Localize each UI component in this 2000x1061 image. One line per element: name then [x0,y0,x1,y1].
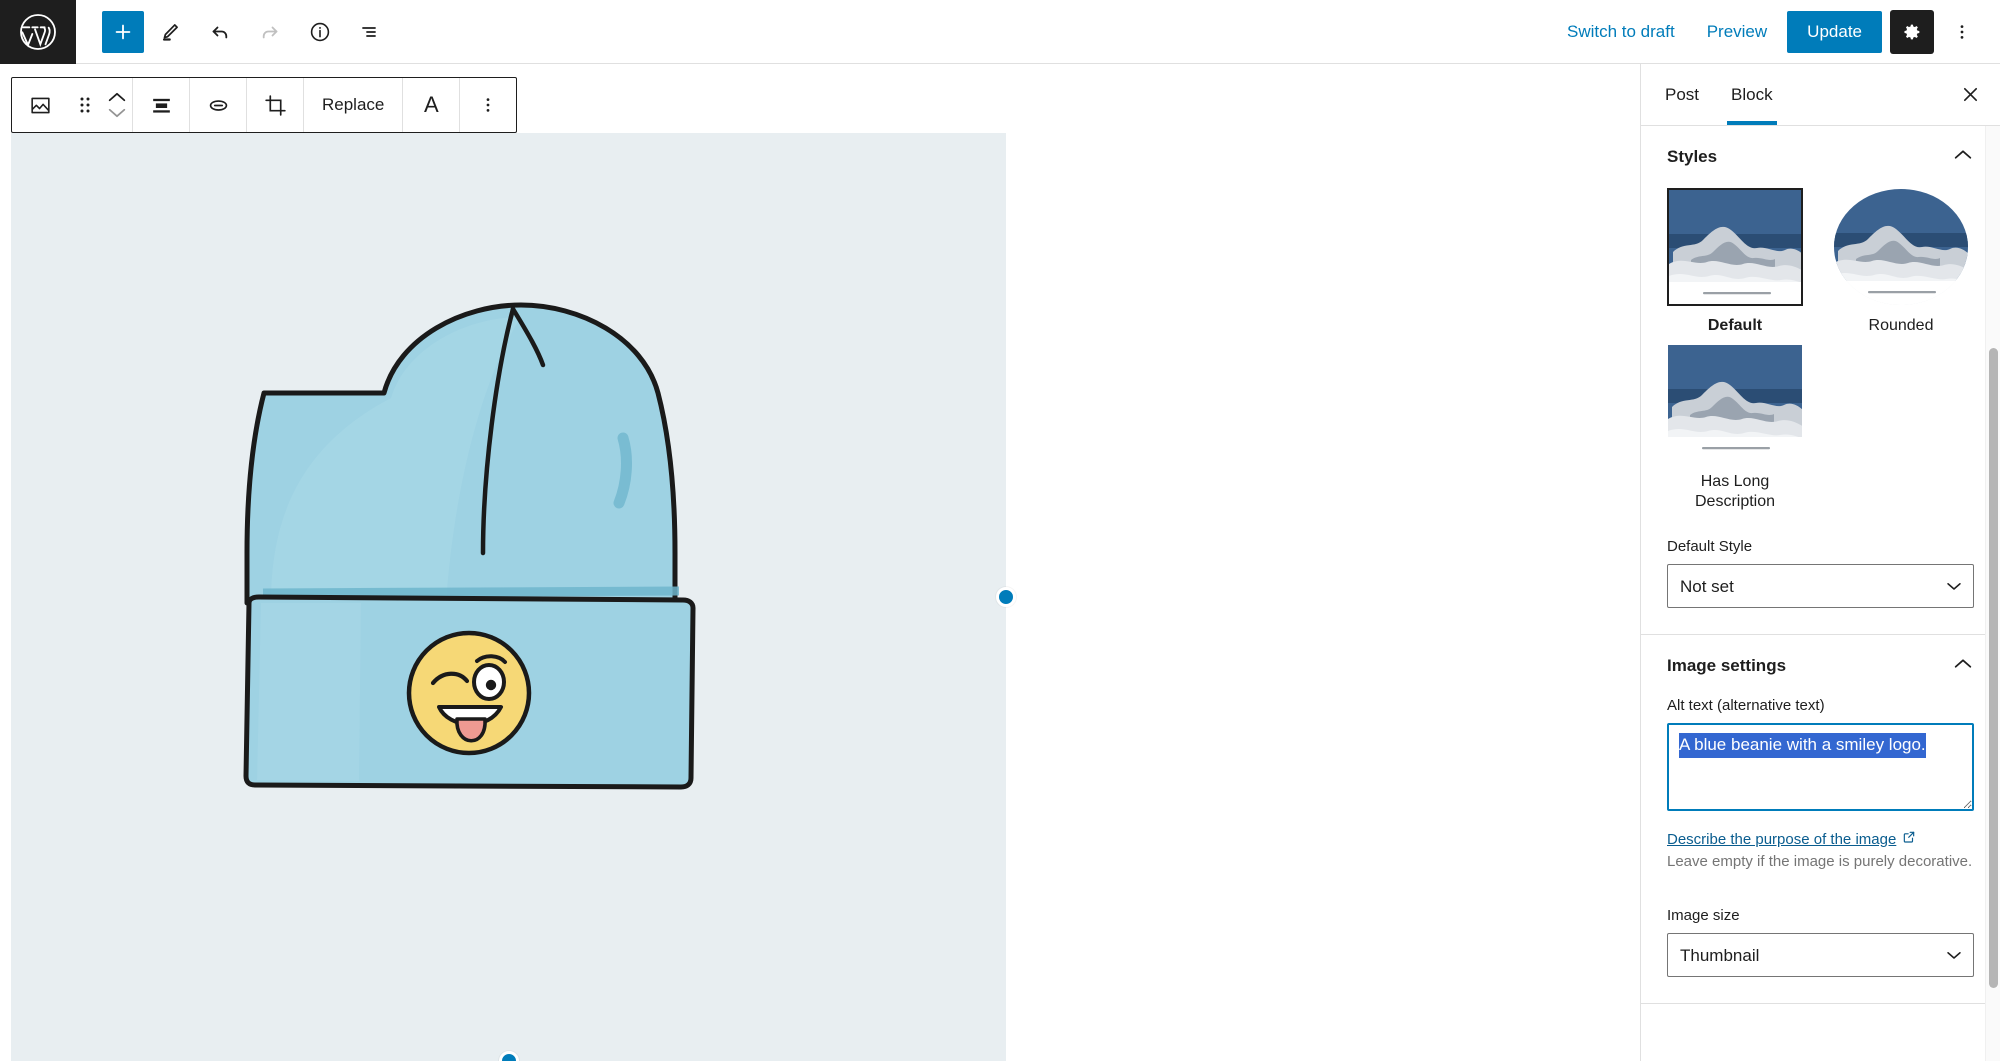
image-settings-title: Image settings [1667,656,1787,675]
kebab-vertical-icon[interactable] [1942,10,1982,54]
sidebar-scrollbar[interactable] [1985,126,2000,1061]
style-option-default[interactable]: Default [1667,188,1803,336]
alt-text-field: Alt text (alternative text) Describe the… [1667,697,1974,873]
alt-text-label: Alt text (alternative text) [1667,697,1825,714]
sidebar-scroll-region: Styles Default Rounded Has Long Descript… [1641,126,2000,1061]
image-settings-panel: Image settings Alt text (alternative tex… [1641,635,2000,1004]
image-size-select-wrap: Thumbnail [1667,933,1974,977]
image-size-select[interactable]: Thumbnail [1667,933,1974,977]
replace-button[interactable]: Replace [304,78,402,132]
default-style-select-wrap: Not set [1667,564,1974,608]
chevron-up-icon[interactable] [1952,148,1974,167]
tab-post[interactable]: Post [1649,64,1715,125]
default-style-field: Default Style Not set [1667,538,1974,608]
external-link-icon [1902,830,1916,848]
block-movers [102,78,132,132]
style-thumbnail [1667,344,1803,462]
details-button[interactable] [296,8,344,56]
resize-handle-right[interactable] [996,587,1016,607]
block-toolbar-group-link [190,78,247,132]
block-options-kebab-icon[interactable] [460,78,516,132]
chevron-down-icon[interactable] [106,105,128,120]
chevron-up-icon[interactable] [1952,657,1974,676]
wordpress-logo-icon[interactable] [0,0,76,64]
redo-button[interactable] [246,8,294,56]
sidebar-tabs: Post Block [1641,64,2000,126]
block-toolbar-group-block [12,78,133,132]
image-block-selected[interactable] [11,133,1016,1061]
image-size-field: Image size Thumbnail [1667,907,1974,977]
image-block-icon[interactable] [12,78,68,132]
switch-to-draft-button[interactable]: Switch to draft [1555,14,1687,50]
block-toolbar-group-more [460,78,516,132]
drag-handle-icon[interactable] [68,78,102,132]
editor-canvas: Replace A [0,64,1640,1061]
style-option-has-long-description[interactable]: Has Long Description [1667,344,1803,512]
tab-block[interactable]: Block [1715,64,1789,125]
style-thumbnail [1667,188,1803,306]
style-label: Has Long Description [1694,473,1776,510]
align-center-icon[interactable] [133,78,189,132]
chevron-up-icon[interactable] [106,90,128,105]
alt-text-help: Leave empty if the image is purely decor… [1667,852,1973,870]
image-size-label: Image size [1667,907,1740,924]
styles-panel-title: Styles [1667,147,1718,166]
typography-button[interactable]: A [403,78,459,132]
styles-grid: Default Rounded Has Long Description [1667,188,1974,520]
style-label: Rounded [1868,317,1934,334]
describe-purpose-link-label: Describe the purpose of the image [1667,830,1897,848]
update-button[interactable]: Update [1787,10,1882,53]
default-style-label: Default Style [1667,538,1753,555]
header-tool-group [76,8,394,56]
block-toolbar-group-crop [247,78,304,132]
default-style-select[interactable]: Not set [1667,564,1974,608]
styles-panel: Styles Default Rounded Has Long Descript… [1641,126,2000,635]
editor-header: Switch to draft Preview Update [0,0,2000,64]
gear-icon[interactable] [1890,9,1934,54]
beanie-illustration [11,133,1006,1061]
wordpress-block-editor: Switch to draft Preview Update Replace A… [0,0,2000,1061]
image-settings-panel-header[interactable]: Image settings [1667,635,1974,697]
sidebar-scrollbar-thumb[interactable] [1989,348,1998,988]
style-thumbnail [1833,188,1969,306]
list-view-button[interactable] [346,8,394,56]
crop-icon[interactable] [247,78,303,132]
link-icon[interactable] [190,78,246,132]
style-option-rounded[interactable]: Rounded [1833,188,1969,336]
block-toolbar-group-typography: A [403,78,461,132]
settings-sidebar: Post Block Styles Default Rounded Has Lo… [1640,64,2000,1061]
undo-button[interactable] [196,8,244,56]
editor-body: Replace A Post Block Styles Default Roun… [0,64,2000,1061]
styles-panel-header[interactable]: Styles [1667,126,1974,188]
header-actions: Switch to draft Preview Update [1555,9,2000,54]
preview-button[interactable]: Preview [1695,14,1779,50]
tools-button[interactable] [146,8,194,56]
block-toolbar: Replace A [11,77,518,133]
block-toolbar-group-align [133,78,190,132]
describe-purpose-link[interactable]: Describe the purpose of the image [1667,830,1916,848]
alt-text-input[interactable] [1667,723,1974,811]
add-block-button[interactable] [102,10,144,53]
style-label: Default [1707,317,1763,334]
block-toolbar-group-replace: Replace [304,78,404,132]
close-icon[interactable] [1948,73,1992,117]
